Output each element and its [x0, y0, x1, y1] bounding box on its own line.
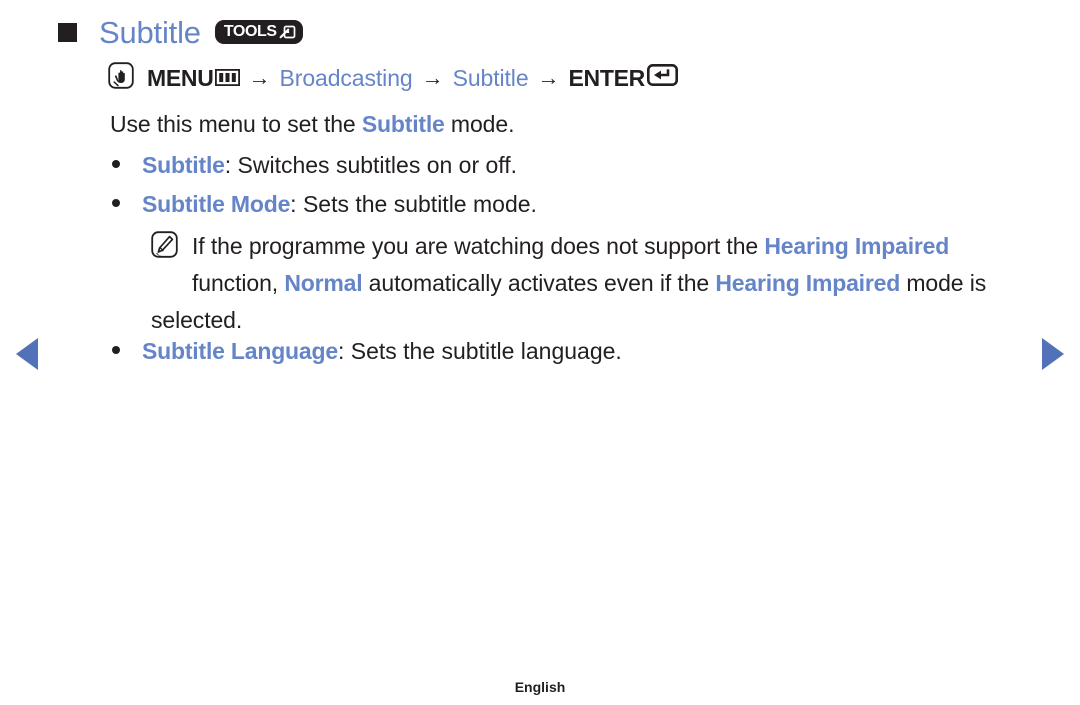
menu-path: MENU → Broadcasting → Subtitle → ENTER: [108, 60, 678, 96]
note-term-1: Hearing Impaired: [764, 233, 950, 259]
list-item: Subtitle Mode: Sets the subtitle mode.: [112, 191, 537, 218]
page-container: Subtitle TOOLS MENU → Broadcasting → Sub…: [0, 0, 1080, 705]
list-item-text: Subtitle: Switches subtitles on or off.: [142, 152, 517, 179]
next-page-arrow-icon[interactable]: [1042, 338, 1064, 370]
list-item-description: : Sets the subtitle language.: [337, 338, 622, 364]
path-broadcasting: Broadcasting: [279, 64, 413, 91]
bullet-dot-icon: [112, 160, 120, 168]
tools-arrow-icon: [279, 24, 296, 40]
note-part-2: function,: [192, 270, 285, 296]
path-subtitle: Subtitle: [452, 64, 529, 91]
list-item-text: Subtitle Language: Sets the subtitle lan…: [142, 338, 622, 365]
tools-badge-label: TOOLS: [223, 23, 277, 40]
list-item-term: Subtitle Mode: [142, 191, 291, 217]
list-item-description: : Switches subtitles on or off.: [224, 152, 518, 178]
page-title-row: Subtitle TOOLS: [58, 12, 303, 52]
note-text: If the programme you are watching does n…: [151, 233, 986, 333]
note-block: If the programme you are watching does n…: [151, 228, 1011, 339]
path-arrow-1: →: [248, 65, 271, 90]
tools-badge[interactable]: TOOLS: [214, 20, 303, 44]
list-item-text: Subtitle Mode: Sets the subtitle mode.: [142, 191, 537, 218]
intro-before: Use this menu to set the: [110, 111, 362, 137]
list-item-description: : Sets the subtitle mode.: [290, 191, 537, 217]
note-pencil-icon: [151, 231, 178, 270]
page-title: Subtitle: [99, 14, 201, 50]
note-term-2: Normal: [284, 270, 363, 296]
list-item-term: Subtitle: [142, 152, 225, 178]
intro-after: mode.: [444, 111, 515, 137]
menu-label: MENU: [147, 64, 214, 91]
footer-language: English: [514, 679, 566, 695]
note-part-1: If the programme you are watching does n…: [192, 233, 765, 259]
note-term-3: Hearing Impaired: [715, 270, 901, 296]
intro-text: Use this menu to set the Subtitle mode.: [110, 111, 514, 138]
hand-press-icon: [108, 61, 134, 95]
list-item: Subtitle Language: Sets the subtitle lan…: [112, 338, 622, 365]
square-bullet-icon: [58, 22, 77, 42]
list-item: Subtitle: Switches subtitles on or off.: [112, 152, 517, 179]
menu-grid-icon: [214, 65, 240, 92]
enter-key-icon: [646, 63, 678, 92]
bullet-dot-icon: [112, 199, 120, 207]
path-arrow-2: →: [421, 65, 444, 90]
intro-highlight: Subtitle: [361, 111, 445, 137]
list-item-term: Subtitle Language: [142, 338, 338, 364]
enter-label: ENTER: [568, 64, 646, 91]
bullet-dot-icon: [112, 346, 120, 354]
path-arrow-3: →: [537, 65, 560, 90]
previous-page-arrow-icon[interactable]: [16, 338, 38, 370]
note-part-3: automatically activates even if the: [362, 270, 716, 296]
